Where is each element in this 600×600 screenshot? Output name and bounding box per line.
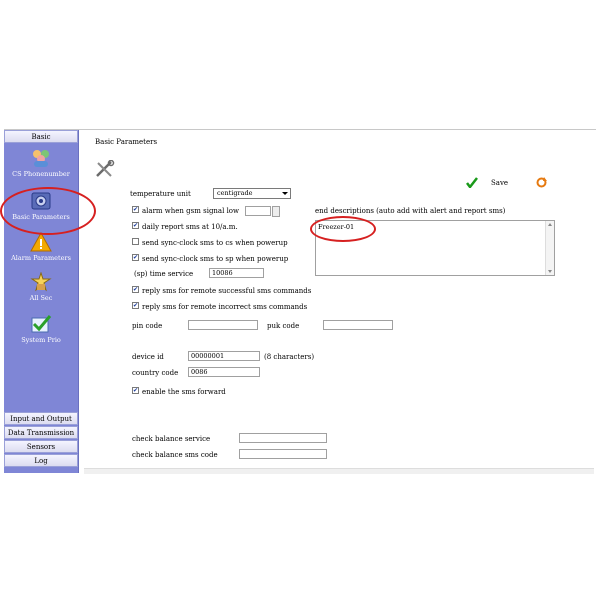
chevron-down-icon — [282, 192, 288, 195]
descriptions-value: Freezer-01 — [318, 223, 355, 231]
tab-input-and-output[interactable]: Input and Output — [4, 412, 78, 425]
descriptions-textarea[interactable]: Freezer-01 — [315, 220, 555, 276]
descriptions-label: end descriptions (auto add with alert an… — [315, 207, 506, 215]
daily-report-label: daily report sms at 10/a.m. — [142, 223, 238, 231]
sms-forward-label: enable the sms forward — [142, 388, 226, 396]
alarm-gsm-checkbox[interactable]: ✔ — [132, 206, 139, 213]
sidebar-item-label: All Sec — [29, 294, 53, 302]
sidebar-item-system-prio[interactable]: System Prio — [4, 314, 78, 344]
reply-incorrect-checkbox[interactable]: ✔ — [132, 302, 139, 309]
temperature-unit-select[interactable]: centigrade — [213, 188, 291, 199]
sidebar-header-basic[interactable]: Basic — [4, 130, 78, 143]
warning-icon — [30, 232, 52, 252]
check-balance-sms-input[interactable] — [239, 449, 327, 459]
sidebar-item-alarm-parameters[interactable]: Alarm Parameters — [4, 232, 78, 262]
time-service-label: (sp) time service — [134, 270, 194, 278]
sidebar-item-all-sec[interactable]: All Sec — [4, 272, 78, 302]
reply-incorrect-label: reply sms for remote incorrect sms comma… — [142, 303, 308, 311]
check-balance-service-input[interactable] — [239, 433, 327, 443]
temperature-unit-label: temperature unit — [130, 190, 191, 198]
device-id-hint: (8 characters) — [264, 353, 315, 361]
tools-icon — [96, 160, 115, 177]
sidebar-item-basic-parameters[interactable]: Basic Parameters — [4, 191, 78, 221]
alarm-gsm-stepper[interactable] — [272, 206, 280, 217]
sms-forward-checkbox[interactable]: ✔ — [132, 387, 139, 394]
check-balance-service-label: check balance service — [132, 435, 211, 443]
save-check-icon[interactable] — [466, 177, 478, 188]
device-id-label: device id — [132, 353, 164, 361]
sidebar-item-label: Alarm Parameters — [11, 254, 71, 262]
puk-code-input[interactable] — [323, 320, 393, 330]
settings-icon — [31, 192, 51, 210]
alarm-gsm-label: alarm when gsm signal low — [142, 207, 240, 215]
reply-success-checkbox[interactable]: ✔ — [132, 286, 139, 293]
security-icon — [30, 272, 52, 292]
country-code-label: country code — [132, 369, 179, 377]
app-window: Basic CS Phonenumber Basic Parameters Al — [0, 129, 596, 475]
basic-parameters-panel: Basic Parameters Save temperature unit c… — [84, 130, 594, 473]
tab-log[interactable]: Log — [4, 454, 78, 467]
save-button[interactable]: Save — [491, 179, 508, 187]
reply-success-label: reply sms for remote successful sms comm… — [142, 287, 312, 295]
device-id-input[interactable]: 00000001 — [188, 351, 260, 361]
pin-code-label: pin code — [132, 322, 163, 330]
sync-sp-label: send sync-clock sms to sp when powerup — [142, 255, 289, 263]
sidebar-item-label: Basic Parameters — [12, 213, 70, 221]
tab-sensors[interactable]: Sensors — [4, 440, 78, 453]
sidebar-item-cs-phonenumber[interactable]: CS Phonenumber — [4, 148, 78, 178]
sidebar-item-label: System Prio — [21, 336, 61, 344]
sidebar-item-label: CS Phonenumber — [12, 170, 70, 178]
group-title: Basic Parameters — [95, 138, 158, 146]
country-code-input[interactable]: 0086 — [188, 367, 260, 377]
sync-cs-checkbox[interactable] — [132, 238, 139, 245]
check-balance-sms-label: check balance sms code — [132, 451, 218, 459]
users-icon — [33, 150, 49, 167]
refresh-icon[interactable] — [536, 177, 547, 188]
scroll-down-icon[interactable] — [548, 270, 552, 273]
descriptions-scrollbar[interactable] — [545, 221, 554, 275]
tab-data-transmission[interactable]: Data Transmission — [4, 426, 78, 439]
daily-report-checkbox[interactable]: ✔ — [132, 222, 139, 229]
puk-code-label: puk code — [267, 322, 300, 330]
scroll-up-icon[interactable] — [548, 223, 552, 226]
horizontal-scrollbar[interactable] — [84, 468, 594, 474]
temperature-unit-value: centigrade — [217, 189, 253, 197]
pin-code-input[interactable] — [188, 320, 258, 330]
time-service-input[interactable]: 10086 — [209, 268, 264, 278]
sidebar: Basic CS Phonenumber Basic Parameters Al — [4, 130, 79, 473]
alarm-gsm-input[interactable] — [245, 206, 271, 216]
sync-sp-checkbox[interactable]: ✔ — [132, 254, 139, 261]
sync-cs-label: send sync-clock sms to cs when powerup — [142, 239, 288, 247]
check-icon — [31, 315, 52, 333]
